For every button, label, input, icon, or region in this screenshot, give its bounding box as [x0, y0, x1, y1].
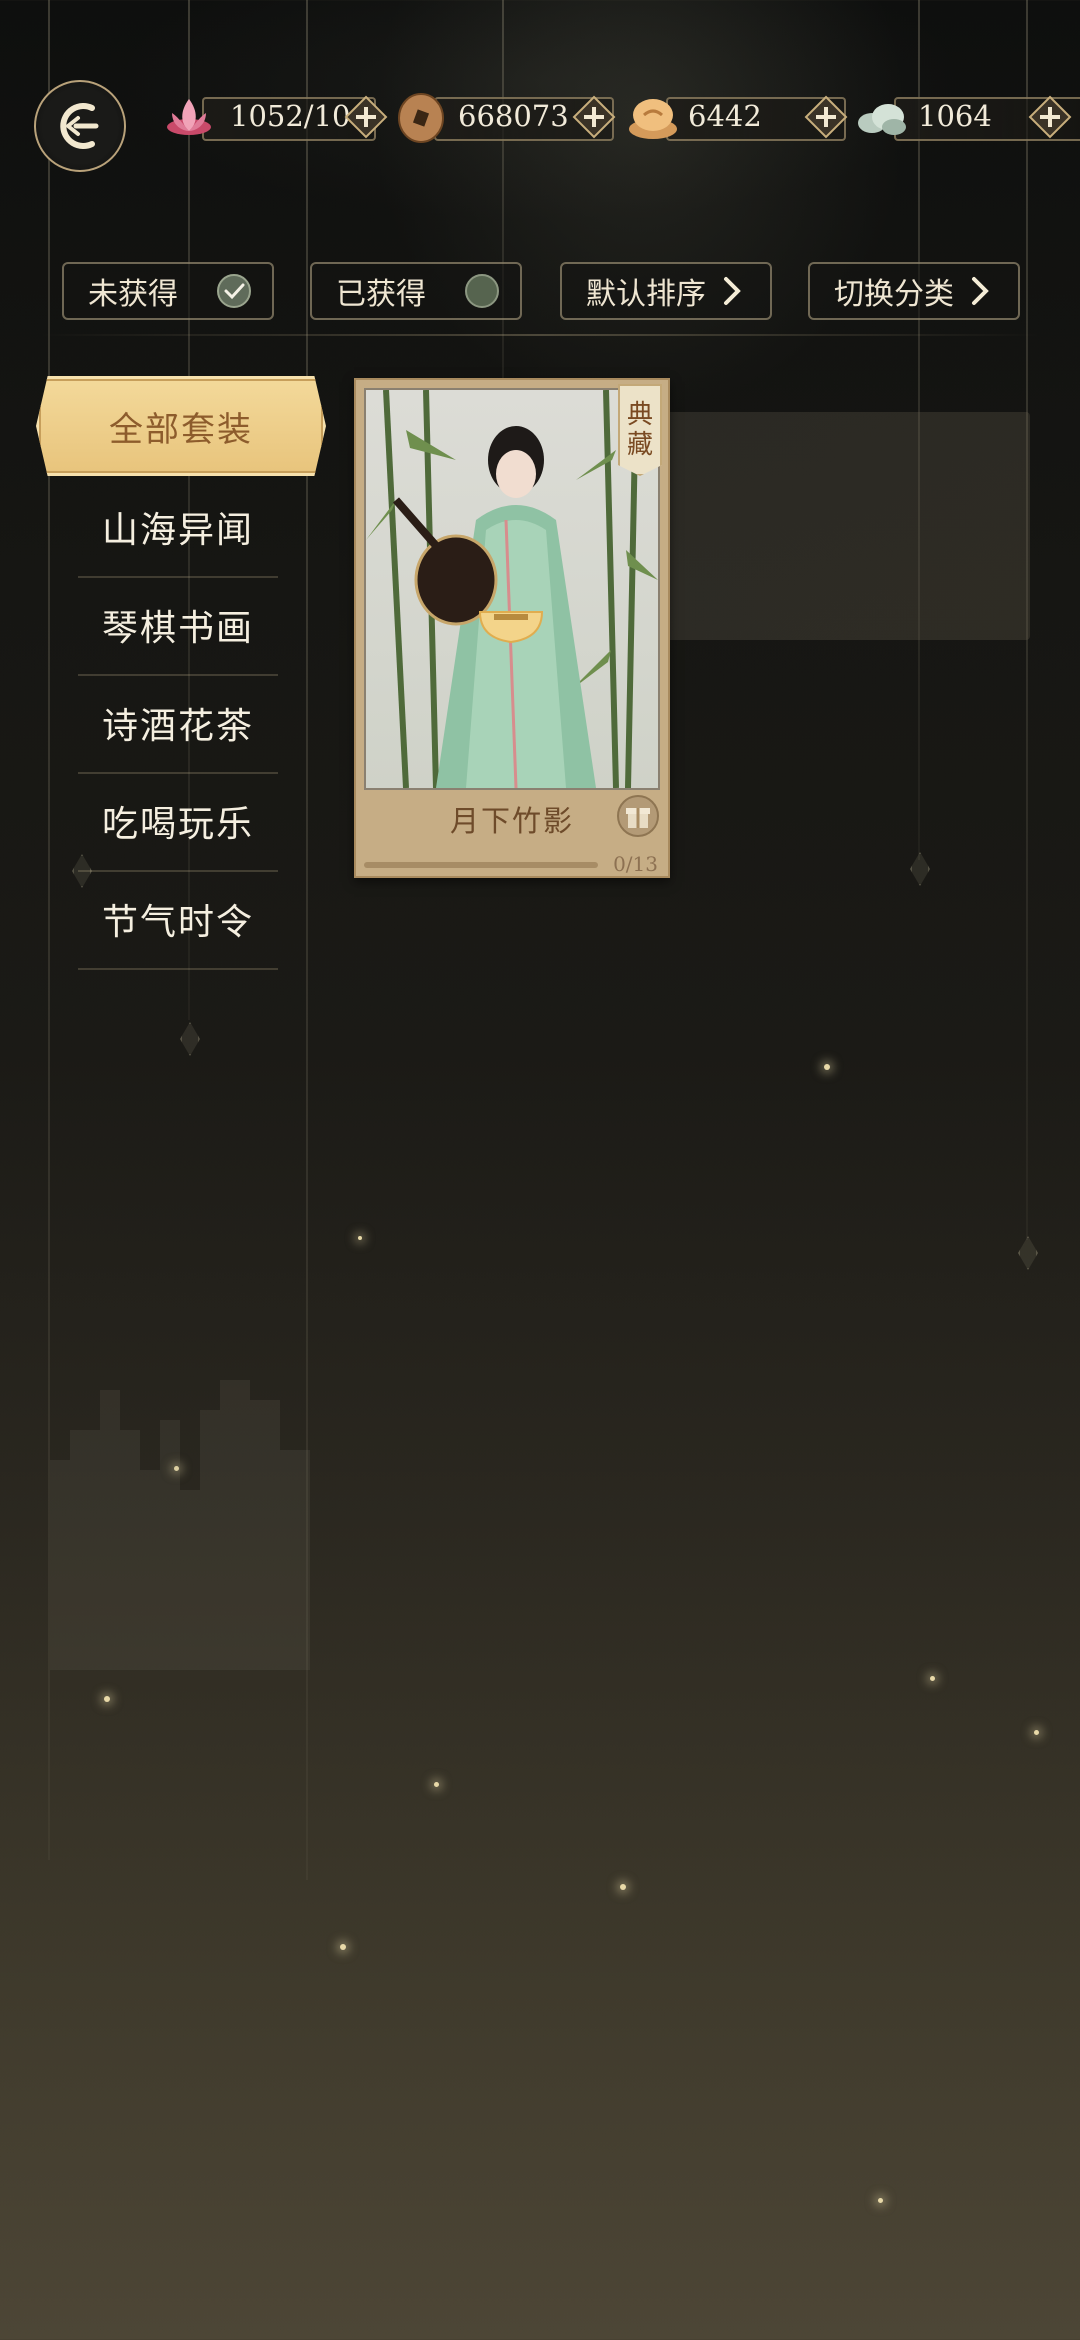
category-item[interactable]: 吃喝玩乐 — [78, 772, 278, 872]
filter-label: 已获得 — [336, 277, 426, 312]
sparkle — [340, 1944, 346, 1950]
city-silhouette — [50, 1380, 310, 1670]
category-label: 全部套装 — [109, 409, 253, 450]
back-button[interactable] — [34, 80, 126, 172]
currency-value: 1052/10 — [230, 99, 351, 133]
outfit-illustration — [364, 388, 660, 790]
category-item[interactable]: 琴棋书画 — [78, 576, 278, 676]
check-icon — [217, 274, 251, 308]
sparkle — [104, 1696, 110, 1702]
chevron-right-icon — [724, 277, 741, 305]
currency-cloud: 1064 — [854, 95, 1080, 141]
add-coin-button[interactable] — [572, 95, 616, 139]
currency-lotus: 1052/10 — [162, 95, 388, 141]
lotus-icon — [167, 99, 211, 135]
sparkle — [434, 1782, 439, 1787]
sparkle — [878, 2198, 883, 2203]
outfit-card[interactable]: 典 藏 月下竹影 0/13 — [354, 378, 670, 878]
back-swirl-icon — [60, 103, 99, 149]
badge-char: 典 — [626, 400, 653, 430]
category-label: 吃喝玩乐 — [101, 804, 254, 845]
category-label: 琴棋书画 — [101, 608, 254, 649]
category-item[interactable]: 诗酒花茶 — [78, 674, 278, 774]
circle-icon — [465, 274, 499, 308]
switch-category-button[interactable]: 切换分类 — [808, 262, 1020, 320]
sparkle — [1034, 1730, 1039, 1735]
category-label: 诗酒花茶 — [101, 706, 254, 747]
category-item[interactable]: 节气时令 — [78, 870, 278, 970]
coin-icon — [398, 93, 444, 143]
currency-coin: 668073 — [394, 93, 620, 143]
category-all-sets[interactable]: 全部套装 — [36, 376, 326, 476]
sparkle — [620, 1884, 626, 1890]
gift-icon[interactable] — [616, 794, 660, 838]
cloud-icon — [858, 104, 906, 135]
sparkle — [824, 1064, 830, 1070]
category-label: 节气时令 — [101, 902, 254, 943]
collection-badge: 典 藏 — [618, 384, 662, 476]
add-ingot-button[interactable] — [804, 95, 848, 139]
progress-bar — [364, 862, 598, 868]
sparkle — [930, 1676, 935, 1681]
sort-default-button[interactable]: 默认排序 — [560, 262, 772, 320]
filter-obtained[interactable]: 已获得 — [310, 262, 522, 320]
currency-value: 6442 — [688, 99, 762, 133]
ingot-icon — [629, 99, 677, 139]
filter-not-obtained[interactable]: 未获得 — [62, 262, 274, 320]
divider — [40, 334, 1040, 336]
currency-ingot: 6442 — [626, 95, 852, 141]
filter-label: 切换分类 — [834, 277, 954, 312]
category-label: 山海异闻 — [101, 510, 254, 551]
chevron-right-icon — [972, 277, 989, 305]
currency-value: 668073 — [458, 99, 569, 133]
decor-line — [502, 0, 504, 440]
progress-count: 0/13 — [613, 852, 658, 876]
lock-clasp-icon — [478, 611, 544, 644]
decor-diamond — [180, 1022, 200, 1056]
add-cloud-button[interactable] — [1028, 95, 1072, 139]
badge-char: 藏 — [626, 430, 653, 460]
decor-diamond — [1018, 1236, 1038, 1270]
decor-diamond — [910, 852, 930, 886]
sparkle — [358, 1236, 362, 1240]
filter-label: 默认排序 — [586, 277, 706, 312]
currency-value: 1064 — [918, 99, 992, 133]
add-lotus-button[interactable] — [344, 95, 388, 139]
category-item[interactable]: 山海异闻 — [78, 478, 278, 578]
filter-label: 未获得 — [88, 277, 178, 312]
